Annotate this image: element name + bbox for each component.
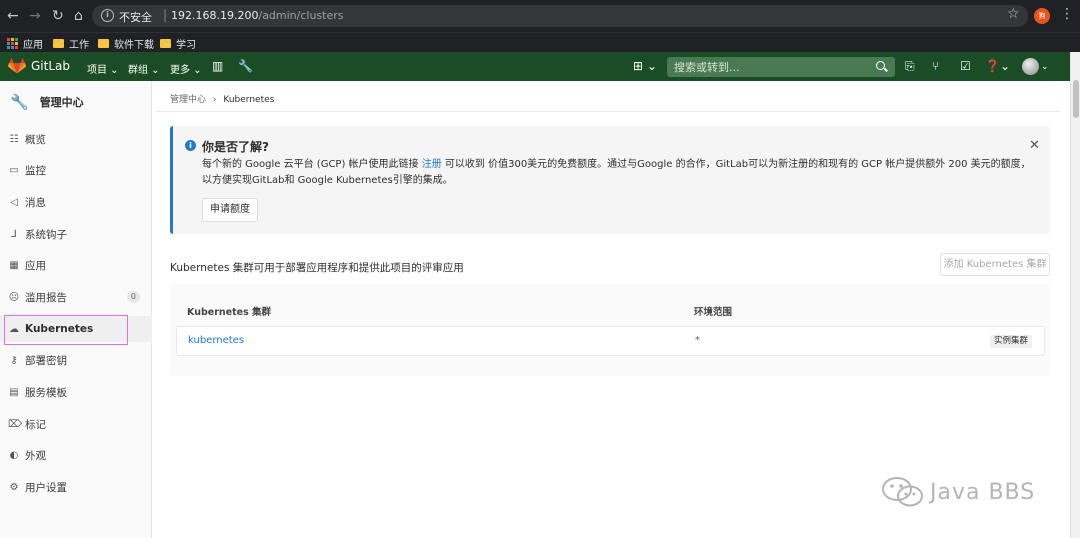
template-icon: ▤: [9, 386, 19, 398]
cluster-name-link[interactable]: kubernetes: [188, 335, 244, 346]
add-kubernetes-cluster-button[interactable]: 添加 Kubernetes 集群: [940, 253, 1050, 276]
breadcrumb: 管理中心 › Kubernetes: [170, 92, 274, 105]
clusters-description: Kubernetes 集群可用于部署应用程序和提供此项目的评审应用: [170, 262, 464, 274]
new-plus-icon[interactable]: ⊞ ⌄: [633, 59, 657, 73]
sidebar-item-labels[interactable]: ⌦ 标记: [0, 411, 152, 437]
info-icon: i: [185, 140, 196, 151]
sidebar-item-deploy-keys[interactable]: ⚷ 部署密钥: [0, 347, 152, 373]
apply-credit-button[interactable]: 申请额度: [202, 198, 258, 222]
sidebar-item-appearance[interactable]: ◐ 外观: [0, 442, 152, 468]
close-icon[interactable]: ✕: [1029, 138, 1040, 153]
url-separator: |: [163, 8, 168, 22]
bookmark-star-icon[interactable]: ☆: [1007, 6, 1020, 22]
gcp-promo-alert: i 你是否了解? 每个新的 Google 云平台 (GCP) 帐户使用此链接 注…: [170, 126, 1050, 234]
wrench-icon: 🔧: [10, 93, 29, 111]
bookmark-apps[interactable]: 应用: [7, 36, 43, 51]
gitlab-brand[interactable]: GitLab: [31, 59, 70, 73]
sidebar-item-monitoring[interactable]: ▭ 监控: [0, 157, 152, 183]
help-icon[interactable]: ❓⌄: [985, 59, 1010, 73]
sidebar-title[interactable]: 🔧 管理中心: [10, 93, 84, 111]
breadcrumb-current[interactable]: Kubernetes: [223, 95, 274, 105]
register-link[interactable]: 注册: [422, 159, 442, 170]
breadcrumb-parent[interactable]: 管理中心: [170, 95, 206, 105]
gitlab-header: GitLab 项目 ⌄ 群组 ⌄ 更多 ⌄ ▥ 🔧 ⊞ ⌄ ⎘ ⑂ ☑ ❓⌄ ⌄: [0, 52, 1070, 81]
scrollbar-thumb[interactable]: [1073, 80, 1079, 118]
watermark: Java BBS: [880, 476, 1035, 508]
forward-icon[interactable]: →: [29, 8, 41, 24]
admin-sidebar: 🔧 管理中心 ☷ 概览 ▭ 监控 ◁ 消息 ⅃ 系统钩子 ▦ 应用 ☹ 滥用报告 0 ☁ Ku…: [0, 81, 152, 538]
info-icon[interactable]: i: [101, 9, 114, 22]
sidebar-item-system-hooks[interactable]: ⅃ 系统钩子: [0, 221, 152, 247]
page-scrollbar[interactable]: [1070, 52, 1080, 538]
folder-icon: [53, 39, 64, 48]
browser-menu-icon[interactable]: ⋮: [1060, 6, 1074, 22]
folder-icon: [160, 39, 171, 48]
breadcrumb-separator: ›: [212, 95, 217, 105]
clusters-table: Kubernetes 集群 环境范围 kubernetes * 实例集群: [170, 284, 1050, 376]
issues-icon[interactable]: ⎘: [905, 59, 915, 74]
bullhorn-icon: ◁: [10, 196, 18, 208]
sidebar-item-messages[interactable]: ◁ 消息: [0, 189, 152, 215]
user-avatar[interactable]: [1022, 58, 1039, 75]
back-icon[interactable]: ←: [7, 8, 19, 24]
bookmark-downloads[interactable]: 软件下载: [98, 36, 154, 51]
home-icon[interactable]: ⌂: [74, 8, 83, 24]
table-row: kubernetes * 实例集群: [176, 326, 1045, 356]
environment-scope: *: [695, 335, 700, 346]
column-header-env-scope: 环境范围: [694, 307, 733, 318]
key-icon: ⚷: [10, 354, 18, 366]
nav-projects[interactable]: 项目 ⌄: [87, 61, 119, 76]
admin-wrench-icon[interactable]: 🔧: [238, 59, 253, 73]
url-text: 192.168.19.200/admin/clusters: [171, 9, 344, 22]
gitlab-logo-icon[interactable]: [8, 58, 26, 74]
appearance-palette-icon: ◐: [9, 449, 19, 461]
merge-request-icon[interactable]: ⑂: [932, 59, 939, 73]
label-tag-icon: ⌦: [8, 418, 23, 430]
bookmark-work[interactable]: 工作: [53, 36, 89, 51]
header-divider: [156, 111, 1060, 112]
reload-icon[interactable]: ↻: [52, 8, 64, 24]
settings-gear-icon: ⚙: [9, 481, 19, 493]
alert-title: 你是否了解?: [202, 140, 269, 154]
bookmark-study[interactable]: 学习: [160, 36, 196, 51]
profile-avatar[interactable]: 狗: [1034, 8, 1050, 24]
highlight-annotation-box: [4, 315, 128, 345]
sidebar-item-abuse-reports[interactable]: ☹ 滥用报告 0: [0, 284, 152, 310]
folder-icon: [98, 39, 109, 48]
sidebar-item-overview[interactable]: ☷ 概览: [0, 126, 152, 152]
hook-icon: ⅃: [11, 228, 17, 240]
instance-cluster-badge: 实例集群: [989, 335, 1032, 348]
wechat-logo-icon: [882, 477, 923, 507]
address-bar[interactable]: i 不安全 | 192.168.19.200/admin/clusters: [92, 5, 1028, 27]
alert-body: 每个新的 Google 云平台 (GCP) 帐户使用此链接 注册 可以收到 价值…: [202, 159, 1031, 186]
chevron-down-icon[interactable]: ⌄: [1041, 62, 1049, 72]
sidebar-item-applications[interactable]: ▦ 应用: [0, 252, 152, 278]
nav-groups[interactable]: 群组 ⌄: [128, 61, 160, 76]
apps-grid-icon: [7, 38, 18, 49]
sidebar-item-service-templates[interactable]: ▤ 服务模板: [0, 379, 152, 405]
applications-icon: ▦: [9, 259, 19, 271]
abuse-report-icon: ☹: [8, 291, 20, 303]
insecure-label: 不安全: [119, 11, 152, 24]
activity-chart-icon[interactable]: ▥: [212, 59, 223, 73]
count-badge: 0: [126, 291, 140, 303]
monitor-icon: ▭: [9, 164, 19, 176]
sidebar-item-user-settings[interactable]: ⚙ 用户设置: [0, 474, 152, 500]
column-header-cluster: Kubernetes 集群: [187, 307, 272, 318]
browser-toolbar: ← → ↻ ⌂ i 不安全 | 192.168.19.200/admin/clu…: [0, 0, 1080, 32]
overview-icon: ☷: [9, 133, 19, 145]
search-input[interactable]: [667, 57, 895, 77]
todo-check-icon[interactable]: ☑: [960, 59, 971, 73]
search-icon[interactable]: [876, 61, 885, 70]
bookmarks-bar: 应用 工作 软件下载 学习: [0, 32, 1080, 52]
nav-more[interactable]: 更多 ⌄: [170, 61, 202, 76]
